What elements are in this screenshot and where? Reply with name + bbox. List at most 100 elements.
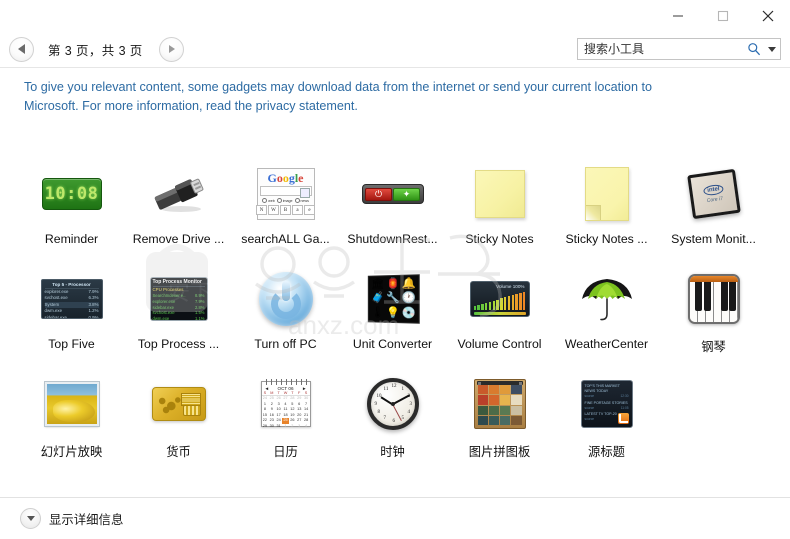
- gadget-grid: 10:08 Reminder Remove Drive ... Google w…: [18, 160, 772, 475]
- gadget-item[interactable]: Top 5 - Processor explorer.exe 7.9% svcho…: [18, 265, 125, 370]
- google-search-icon: Google web image news NWBae: [254, 162, 318, 226]
- search-input[interactable]: [578, 42, 744, 56]
- gadget-label: Unit Converter: [352, 337, 433, 351]
- search-icon[interactable]: [744, 42, 764, 56]
- gadget-item[interactable]: Google web image news NWBae searchALL Ga..…: [232, 160, 339, 265]
- gadget-item[interactable]: ⏻ ✦ ShutdownRest...: [339, 160, 446, 265]
- piano-keys-icon: [682, 267, 746, 331]
- close-button[interactable]: [745, 0, 790, 31]
- dow: F: [298, 391, 301, 395]
- dow: T: [291, 391, 294, 395]
- window-controls: [655, 0, 790, 31]
- gadget-gallery-window: 第 3 页，共 3 页 To give you relevant content…: [0, 0, 790, 539]
- gadget-item[interactable]: Volume 100% Volume Control: [446, 265, 553, 370]
- feed-time: 11:05: [620, 405, 629, 410]
- top-five-title: Top 5 - Processor: [44, 282, 99, 289]
- chevron-down-icon: [20, 508, 41, 529]
- dow: S: [263, 391, 267, 395]
- cpu-brand: intel: [702, 183, 724, 197]
- gadget-item[interactable]: TOP'S THIS MARKET NEWS TODAY source 12:30…: [553, 370, 660, 475]
- gadget-item[interactable]: WeatherCenter: [553, 265, 660, 370]
- reminder-time: 10:08: [44, 184, 99, 204]
- top-process-monitor-icon: Top Process Monitor CPU Processes Search…: [147, 267, 211, 331]
- gadget-item[interactable]: 12 1 2 3 4 5 6 7 8 9 10 11 时钟: [339, 370, 446, 475]
- dow: M: [270, 391, 274, 395]
- calendar-icon: ◄ OCT 06 ► S M T W T F S 24 25 26 27 28 2: [254, 372, 318, 436]
- gadget-label: Turn off PC: [254, 337, 317, 351]
- uc-tile: 🌡: [370, 306, 384, 319]
- back-arrow-icon: [17, 44, 25, 54]
- gadget-label: System Monit...: [671, 232, 756, 246]
- gadget-label: 源标题: [588, 445, 625, 459]
- feed-headline: TOP'S THIS MARKET NEWS TODAY: [584, 384, 620, 393]
- forward-button[interactable]: [158, 36, 184, 62]
- gadget-item[interactable]: ◄ OCT 06 ► S M T W T F S 24 25 26 27 28 2: [232, 370, 339, 475]
- show-details-label: 显示详细信息: [49, 512, 124, 527]
- gadget-item[interactable]: 货币: [125, 370, 232, 475]
- uc-tile: 🔔: [401, 277, 416, 291]
- clock-numeral: 7: [383, 416, 387, 421]
- power-button-icon: [254, 267, 318, 331]
- maximize-button[interactable]: [700, 0, 745, 31]
- gadget-item[interactable]: Turn off PC: [232, 265, 339, 370]
- usb-drive-icon: [147, 162, 211, 226]
- feed-time: 12:30: [620, 394, 629, 398]
- forward-arrow-icon: [168, 45, 175, 53]
- gadget-label: Top Process ...: [137, 337, 220, 351]
- shutdown-restart-icon: ⏻ ✦: [361, 162, 425, 226]
- dow: S: [304, 391, 308, 395]
- top-process-title: Top Process Monitor: [152, 279, 205, 287]
- gadget-label: 图片拼图板: [468, 445, 531, 459]
- gadget-item[interactable]: 10:08 Reminder: [18, 160, 125, 265]
- show-details-button[interactable]: 显示详细信息: [20, 508, 123, 529]
- gadget-label: searchALL Ga...: [241, 232, 330, 246]
- gadget-item[interactable]: 钢琴: [660, 265, 767, 370]
- dow: W: [283, 391, 288, 395]
- uc-tile: 💡: [385, 306, 400, 319]
- gadget-item[interactable]: Remove Drive ...: [125, 160, 232, 265]
- feed-source: source: [584, 417, 595, 422]
- uc-tile: 🧳: [370, 292, 384, 305]
- search-dropdown-button[interactable]: [764, 46, 780, 52]
- gadget-label: Sticky Notes ...: [565, 232, 648, 246]
- feed-source: source: [584, 394, 595, 398]
- gadget-item[interactable]: 🏛 🏮 🔔 🧳 🔧 🕐 🌡 💡 💿 Unit Converter: [339, 265, 446, 370]
- clock-numeral: 4: [407, 410, 411, 415]
- gadget-item[interactable]: intel Core i7 System Monit...: [660, 160, 767, 265]
- gadget-label: 幻灯片放映: [40, 445, 103, 459]
- gadget-label: 时钟: [380, 445, 405, 459]
- gadget-label: 货币: [166, 445, 191, 459]
- volume-bars: [473, 292, 526, 310]
- page-indicator: 第 3 页，共 3 页: [48, 43, 143, 58]
- bottom-bar: 显示详细信息: [0, 497, 790, 539]
- proc-value: 0.9%: [88, 314, 99, 319]
- volume-control-icon: Volume 100%: [468, 267, 532, 331]
- gadget-item[interactable]: Sticky Notes: [446, 160, 553, 265]
- privacy-notice: To give you relevant content, some gadge…: [24, 80, 652, 113]
- sticky-note-curl-icon: [575, 162, 639, 226]
- search-box[interactable]: [577, 38, 781, 60]
- title-bar: [0, 0, 790, 31]
- gadget-label: Sticky Notes: [465, 232, 534, 246]
- proc-value: 1.1%: [194, 316, 205, 321]
- top-five-processor-icon: Top 5 - Processor explorer.exe 7.9% svcho…: [40, 267, 104, 331]
- gadget-item[interactable]: 图片拼图板: [446, 370, 553, 475]
- back-button[interactable]: [9, 36, 34, 62]
- gadget-item[interactable]: Top Process Monitor CPU Processes Search…: [125, 265, 232, 370]
- clock-numeral: 6: [392, 419, 396, 424]
- minimize-button[interactable]: [655, 0, 700, 31]
- chevron-down-icon: [768, 46, 776, 52]
- uc-tile: 🕐: [401, 292, 416, 305]
- sticky-note-icon: [468, 162, 532, 226]
- clock-numeral: 3: [409, 402, 413, 407]
- gadget-label: 钢琴: [701, 340, 726, 354]
- toolbar: 第 3 页，共 3 页: [0, 31, 790, 68]
- gadget-label: Reminder: [44, 232, 99, 246]
- gadget-item[interactable]: 幻灯片放映: [18, 370, 125, 475]
- gadget-label: Remove Drive ...: [132, 232, 225, 246]
- uc-tile: 🏛: [370, 278, 384, 291]
- calendar-days: 24 25 26 27 28 29 30 1234567 8 9 10 11 12 13 14 15 16…: [262, 396, 309, 428]
- reminder-clock-icon: 10:08: [40, 162, 104, 226]
- gadget-item[interactable]: Sticky Notes ...: [553, 160, 660, 265]
- uc-tile: 🏮: [385, 277, 400, 291]
